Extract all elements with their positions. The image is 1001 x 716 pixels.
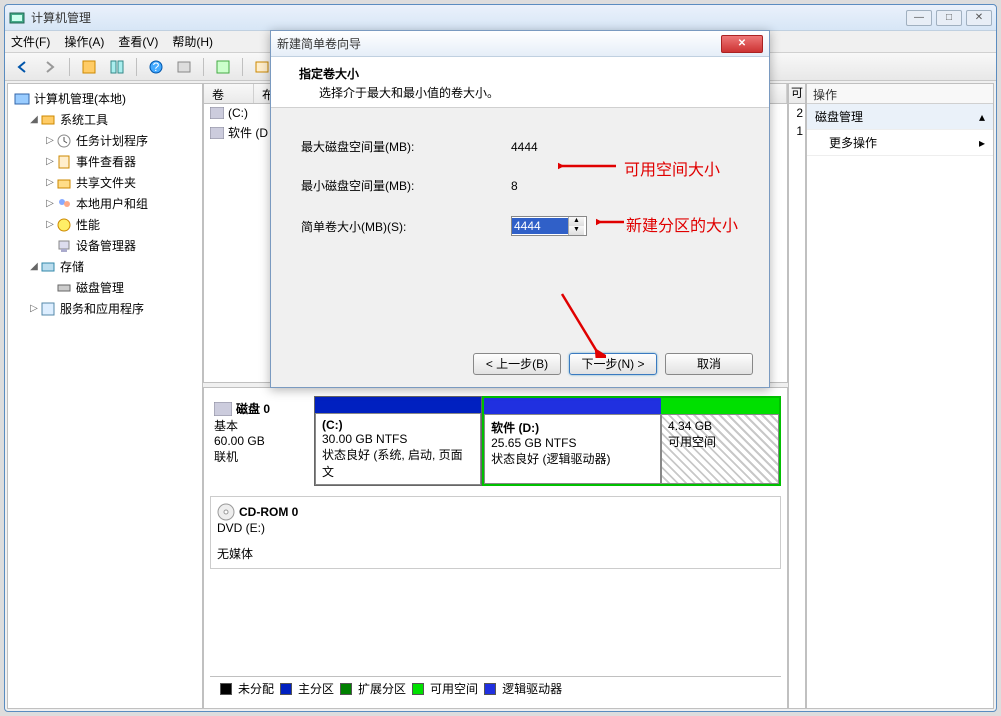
disk-row: 磁盘 0 基本 60.00 GB 联机 (C:) 30.00 GB NTFS	[210, 396, 781, 486]
partition-free[interactable]: 4.34 GB 可用空间	[661, 398, 779, 484]
min-space-value: 8	[511, 179, 518, 193]
action-more[interactable]: 更多操作 ▸	[807, 130, 993, 156]
cdrom-label[interactable]: CD-ROM 0 DVD (E:) 无媒体	[210, 496, 781, 569]
size-label: 简单卷大小(MB)(S):	[301, 218, 511, 235]
next-button[interactable]: 下一步(N) >	[569, 353, 657, 375]
spinner-down-icon[interactable]: ▼	[568, 226, 584, 235]
collapse-icon[interactable]: ◢	[28, 261, 40, 272]
app-icon	[9, 10, 25, 26]
tree-system-tools[interactable]: ◢ 系统工具	[10, 109, 200, 130]
collapse-icon[interactable]: ◢	[28, 114, 40, 125]
expand-icon[interactable]: ▷	[44, 219, 56, 230]
tree-services[interactable]: ▷ 服务和应用程序	[10, 298, 200, 319]
cancel-button[interactable]: 取消	[665, 353, 753, 375]
expand-icon[interactable]: ▷	[44, 177, 56, 188]
disk-view: 磁盘 0 基本 60.00 GB 联机 (C:) 30.00 GB NTFS	[203, 387, 788, 709]
tree-device-mgr[interactable]: 设备管理器	[10, 235, 200, 256]
dialog-subheading: 选择介于最大和最小值的卷大小。	[299, 82, 749, 101]
tree-local-users[interactable]: ▷ 本地用户和组	[10, 193, 200, 214]
size-spinner[interactable]: ▲ ▼	[511, 216, 587, 236]
tree-event-viewer[interactable]: ▷ 事件查看器	[10, 151, 200, 172]
max-space-value: 4444	[511, 140, 538, 154]
legend: 未分配 主分区 扩展分区 可用空间 逻辑驱动器	[210, 676, 781, 700]
chevron-right-icon: ▸	[979, 136, 985, 150]
cdrom-icon	[217, 503, 235, 521]
dialog-title: 新建简单卷向导	[277, 35, 721, 52]
spinner-up-icon[interactable]: ▲	[568, 217, 584, 226]
expand-icon[interactable]: ▷	[44, 156, 56, 167]
tree-root[interactable]: 计算机管理(本地)	[10, 88, 200, 109]
volume-icon	[210, 127, 224, 139]
expand-icon[interactable]: ▷	[28, 303, 40, 314]
max-space-label: 最大磁盘空间量(MB):	[301, 138, 511, 155]
tool-icon[interactable]	[173, 56, 195, 78]
expand-icon[interactable]: ▷	[44, 198, 56, 209]
tree-task-scheduler[interactable]: ▷ 任务计划程序	[10, 130, 200, 151]
tree-shared-folders[interactable]: ▷ 共享文件夹	[10, 172, 200, 193]
titlebar: 计算机管理 — □ ✕	[5, 5, 996, 31]
menu-action[interactable]: 操作(A)	[64, 33, 104, 50]
min-space-label: 最小磁盘空间量(MB):	[301, 177, 511, 194]
action-disk-mgmt[interactable]: 磁盘管理 ▴	[807, 104, 993, 130]
expand-icon[interactable]: ▷	[44, 135, 56, 146]
tool-icon[interactable]	[78, 56, 100, 78]
dialog-titlebar: 新建简单卷向导 ✕	[271, 31, 769, 57]
disk-icon	[214, 402, 232, 416]
dialog-heading: 指定卷大小	[299, 65, 749, 82]
tree-panel: 计算机管理(本地) ◢ 系统工具 ▷ 任务计划程序 ▷ 事件查看器	[7, 83, 203, 709]
partition-c[interactable]: (C:) 30.00 GB NTFS 状态良好 (系统, 启动, 页面文	[314, 396, 482, 486]
size-input[interactable]	[512, 218, 568, 234]
disk-row: CD-ROM 0 DVD (E:) 无媒体	[210, 496, 781, 569]
dialog-close-button[interactable]: ✕	[721, 35, 763, 53]
maximize-button[interactable]: □	[936, 10, 962, 26]
collapse-icon: ▴	[979, 110, 985, 124]
svg-text:?: ?	[153, 60, 160, 74]
tree-performance[interactable]: ▷ 性能	[10, 214, 200, 235]
close-button[interactable]: ✕	[966, 10, 992, 26]
volume-icon	[210, 107, 224, 119]
menu-view[interactable]: 查看(V)	[118, 33, 158, 50]
actions-panel: 操作 磁盘管理 ▴ 更多操作 ▸	[806, 83, 994, 709]
actions-header: 操作	[807, 84, 993, 104]
col-volume[interactable]: 卷	[204, 84, 254, 103]
partition-d[interactable]: 软件 (D:) 25.65 GB NTFS 状态良好 (逻辑驱动器)	[484, 398, 661, 484]
forward-button[interactable]	[39, 56, 61, 78]
menu-file[interactable]: 文件(F)	[11, 33, 50, 50]
tree-storage[interactable]: ◢ 存储	[10, 256, 200, 277]
menu-help[interactable]: 帮助(H)	[172, 33, 213, 50]
window-title: 计算机管理	[31, 9, 906, 26]
disk-label[interactable]: 磁盘 0 基本 60.00 GB 联机	[210, 396, 314, 486]
back-button[interactable]	[11, 56, 33, 78]
wizard-dialog: 新建简单卷向导 ✕ 指定卷大小 选择介于最大和最小值的卷大小。 最大磁盘空间量(…	[270, 30, 770, 388]
tree-disk-mgmt[interactable]: 磁盘管理	[10, 277, 200, 298]
tool-icon[interactable]	[106, 56, 128, 78]
minimize-button[interactable]: —	[906, 10, 932, 26]
back-button[interactable]: < 上一步(B)	[473, 353, 561, 375]
tool-icon[interactable]	[212, 56, 234, 78]
help-icon[interactable]: ?	[145, 56, 167, 78]
